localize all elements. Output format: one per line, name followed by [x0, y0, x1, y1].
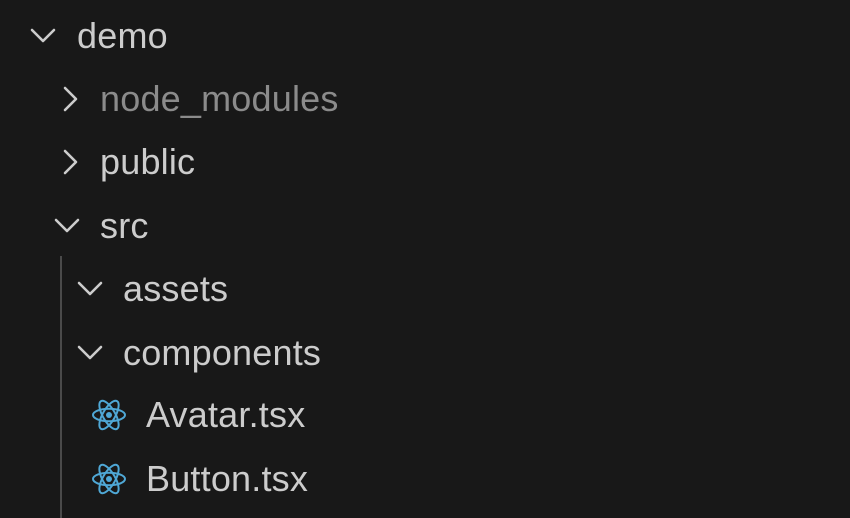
tree-item-public[interactable]: public	[0, 130, 850, 193]
chevron-right-icon[interactable]	[55, 84, 85, 114]
tree-item-label: demo	[77, 14, 168, 56]
tree-item-src[interactable]: src	[0, 194, 850, 257]
tree-item-label: node_modules	[100, 77, 339, 119]
tree-item-label: Avatar.tsx	[146, 393, 306, 435]
tree-item-avatar-tsx[interactable]: Avatar.tsx	[0, 383, 850, 446]
chevron-down-icon[interactable]	[28, 21, 58, 51]
react-icon	[90, 460, 128, 498]
chevron-down-icon[interactable]	[75, 338, 105, 368]
tree-item-label: Button.tsx	[146, 457, 309, 499]
chevron-down-icon[interactable]	[75, 274, 105, 304]
tree-item-node-modules[interactable]: node_modules	[0, 67, 850, 130]
chevron-right-icon[interactable]	[55, 147, 85, 177]
tree-item-components[interactable]: components	[0, 321, 850, 384]
tree-item-button-tsx[interactable]: Button.tsx	[0, 447, 850, 510]
tree-item-demo[interactable]: demo	[0, 4, 850, 67]
tree-item-assets[interactable]: assets	[0, 257, 850, 320]
tree-item-label: src	[100, 204, 149, 246]
tree-item-label: public	[100, 140, 196, 182]
tree-item-label: components	[123, 331, 322, 373]
tree-item-label: assets	[123, 267, 229, 309]
chevron-down-icon[interactable]	[52, 211, 82, 241]
file-explorer-tree: demo node_modules public src assets comp…	[0, 0, 850, 518]
react-icon	[90, 396, 128, 434]
